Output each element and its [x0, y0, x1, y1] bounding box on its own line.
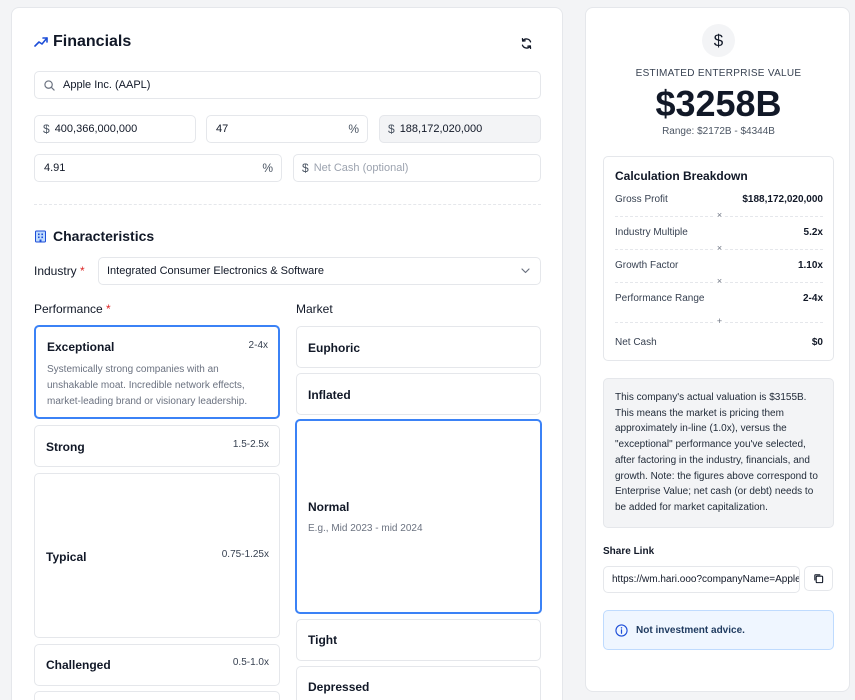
net-cash-placeholder: Net Cash (optional) — [313, 162, 409, 174]
market-option-inflated[interactable]: Inflated — [296, 373, 541, 415]
dollar-prefix: $ — [43, 122, 50, 136]
option-range: 2-4x — [248, 340, 268, 351]
option-title: Euphoric — [308, 341, 361, 355]
valuation-value: $3258B — [655, 83, 782, 124]
valuation-panel: $ ESTIMATED ENTERPRISE VALUE $3258B Rang… — [585, 7, 850, 692]
option-title: Depressed — [308, 680, 370, 694]
option-title: Typical — [46, 550, 87, 564]
option-description: E.g., Mid 2023 - mid 2024 — [308, 523, 423, 534]
growth-value: 4.91 — [44, 162, 66, 174]
copy-icon — [814, 574, 824, 584]
option-title: Challenged — [46, 658, 111, 672]
performance-option-exceptional[interactable]: Exceptional 2-4x Systemically strong com… — [34, 325, 280, 419]
option-title: Tight — [308, 633, 338, 647]
market-option-depressed[interactable]: Depressed — [296, 666, 541, 700]
refresh-icon — [521, 37, 531, 49]
valuation-caption: ESTIMATED ENTERPRISE VALUE — [635, 68, 802, 79]
option-description: Systemically strong companies with an un… — [47, 364, 248, 407]
performance-option-challenged[interactable]: Challenged 0.5-1.0x — [34, 644, 280, 686]
page-title: Financials — [53, 33, 132, 50]
share-link-value: https://wm.hari.ooo?companyName=Apple — [612, 574, 800, 585]
market-option-euphoric[interactable]: Euphoric — [296, 326, 541, 368]
building-icon — [34, 229, 47, 248]
section-divider — [34, 204, 541, 205]
option-range: 0.75-1.25x — [221, 549, 269, 560]
market-label: Market — [296, 302, 333, 316]
performance-option-strong[interactable]: Strong 1.5-2.5x — [34, 425, 280, 467]
share-link-input[interactable]: https://wm.hari.ooo?companyName=Apple — [603, 566, 800, 593]
multiply-operator: × — [604, 276, 835, 286]
industry-label: Industry * — [34, 264, 85, 278]
characteristics-title: Characteristics — [53, 228, 155, 244]
breakdown-row-net-cash: Net Cash $0 — [615, 337, 823, 348]
share-link-label: Share Link — [603, 546, 655, 557]
valuation-note: This company's actual valuation is $3155… — [603, 378, 834, 528]
dollar-icon: $ — [702, 24, 735, 57]
breakdown-row-growth-factor: Growth Factor 1.10x — [615, 260, 823, 271]
option-range: 1.5-2.5x — [232, 439, 269, 450]
breakdown-title: Calculation Breakdown — [615, 169, 748, 183]
company-search-input[interactable]: Apple Inc. (AAPL) — [34, 71, 541, 99]
market-option-normal[interactable]: Normal E.g., Mid 2023 - mid 2024 — [295, 419, 542, 614]
info-icon — [615, 623, 628, 637]
gross-margin-value: 47 — [216, 123, 229, 135]
search-icon — [44, 79, 55, 91]
dollar-prefix: $ — [302, 161, 309, 175]
disclaimer-banner: Not investment advice. — [603, 610, 834, 650]
multiply-operator: × — [604, 210, 835, 220]
performance-label: Performance * — [34, 302, 111, 316]
disclaimer-text: Not investment advice. — [636, 624, 745, 636]
plus-operator: + — [604, 316, 835, 326]
market-option-tight[interactable]: Tight — [296, 619, 541, 661]
growth-field[interactable]: 4.91 % — [34, 154, 282, 182]
option-title: Strong — [46, 440, 85, 454]
calculation-breakdown: Calculation Breakdown Gross Profit $188,1… — [603, 156, 834, 361]
gross-profit-value: 188,172,020,000 — [399, 123, 483, 135]
breakdown-row-industry-multiple: Industry Multiple 5.2x — [615, 227, 823, 238]
trending-up-icon — [34, 35, 48, 53]
net-cash-field[interactable]: $ Net Cash (optional) — [293, 154, 541, 182]
copy-button[interactable] — [804, 566, 833, 591]
industry-value: Integrated Consumer Electronics & Softwa… — [107, 265, 325, 277]
valuation-range: Range: $2172B - $4344B — [662, 126, 775, 137]
breakdown-row-performance-range: Performance Range 2-4x — [615, 293, 823, 304]
chevron-down-icon — [521, 268, 530, 274]
option-title: Exceptional — [47, 340, 115, 354]
revenue-value: 400,366,000,000 — [54, 123, 138, 135]
dollar-prefix: $ — [388, 122, 395, 136]
percent-suffix: % — [262, 161, 273, 175]
performance-option-typical[interactable]: Typical 0.75-1.25x — [34, 473, 280, 638]
percent-suffix: % — [348, 122, 359, 136]
financials-panel: Financials Apple Inc. (AAPL) $ 400,366,0… — [11, 7, 563, 700]
option-title: Normal — [308, 500, 350, 514]
company-search-value: Apple Inc. (AAPL) — [63, 79, 151, 91]
breakdown-row-gross-profit: Gross Profit $188,172,020,000 — [615, 194, 823, 205]
refresh-button[interactable] — [518, 35, 534, 51]
gross-margin-field[interactable]: 47 % — [206, 115, 368, 143]
revenue-field[interactable]: $ 400,366,000,000 — [34, 115, 196, 143]
gross-profit-field: $ 188,172,020,000 — [379, 115, 541, 143]
multiply-operator: × — [604, 243, 835, 253]
option-range: 0.5-1.0x — [232, 657, 269, 668]
performance-option-more[interactable] — [34, 691, 280, 700]
option-title: Inflated — [308, 388, 351, 402]
industry-select[interactable]: Integrated Consumer Electronics & Softwa… — [98, 257, 541, 285]
